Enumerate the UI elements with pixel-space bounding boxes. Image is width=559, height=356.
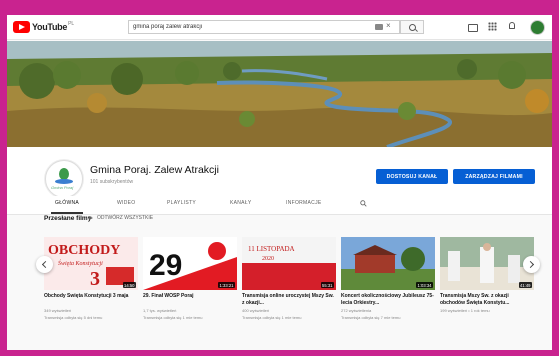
thumb-subtitle: Święta Konstytucji xyxy=(58,259,103,267)
video-duration: 1:03:34 xyxy=(416,282,433,288)
video-title[interactable]: Obchody Święta Konstytucji 3 maja xyxy=(44,293,138,307)
bell-icon[interactable] xyxy=(509,22,515,29)
video-age: Transmisja odbyła się 5 dni temu xyxy=(44,315,103,320)
banner-landscape-image xyxy=(7,41,552,147)
browser-viewport: YouTube PL × xyxy=(7,15,552,350)
video-title[interactable]: Transmisja Mszy Św. z okazji obchodów Św… xyxy=(440,293,534,307)
avatar-caption: Gmina Poraj xyxy=(51,185,74,190)
youtube-logo[interactable]: YouTube PL xyxy=(13,21,74,33)
video-age: Transmisja odbyła się 1 mie temu xyxy=(242,315,302,320)
video-age: Transmisja odbyła się 7 mie temu xyxy=(341,315,401,320)
video-card[interactable]: 1:03:34 Koncert okolicznościowy Jubileus… xyxy=(341,237,435,321)
tab-about[interactable]: INFORMACJE xyxy=(286,200,322,206)
video-thumbnail[interactable]: 29 1:33:21 xyxy=(143,237,237,290)
channel-avatar[interactable]: Gmina Poraj xyxy=(45,160,83,198)
video-thumbnail[interactable]: 41:49 xyxy=(440,237,534,290)
thumb-number: 3 xyxy=(90,268,100,290)
channel-name: Gmina Poraj. Zalew Atrakcji xyxy=(90,164,219,176)
keyboard-icon[interactable] xyxy=(375,24,383,30)
video-title[interactable]: 29. Finał WOŚP Poraj xyxy=(143,293,237,307)
thumb-title: 29 xyxy=(149,249,182,282)
subscriber-count: 101 subskrybentów xyxy=(90,179,134,185)
account-avatar[interactable] xyxy=(530,20,545,35)
shelf-next-button[interactable] xyxy=(523,256,540,273)
video-title[interactable]: Koncert okolicznościowy Jubileusz 75-lec… xyxy=(341,293,435,307)
video-shelf: OBCHODY Święta Konstytucji 3 14:50 Obcho… xyxy=(44,237,536,337)
clear-search-icon[interactable]: × xyxy=(386,21,391,30)
search-button[interactable] xyxy=(400,20,424,34)
thumb-title: 11 LISTOPADA xyxy=(248,245,295,253)
search-box[interactable]: × xyxy=(128,20,400,34)
shelf-prev-button[interactable] xyxy=(36,256,53,273)
play-all-link[interactable]: ODTWÓRZ WSZYSTKIE xyxy=(89,215,153,221)
video-thumbnail[interactable]: 1:03:34 xyxy=(341,237,435,290)
play-icon xyxy=(89,216,93,220)
video-views: 199 wyświetleń • 1 rok temu xyxy=(440,308,490,313)
video-title[interactable]: Transmisja online uroczystej Mszy Św. z … xyxy=(242,293,336,307)
video-duration: 41:49 xyxy=(518,282,532,288)
video-views: 1,7 tys. wyświetleń xyxy=(143,308,177,313)
video-duration: 1:33:21 xyxy=(218,282,235,288)
search-input[interactable] xyxy=(133,22,363,32)
video-views: 272 wyświetlenia xyxy=(341,308,372,313)
section-title[interactable]: Przesłane filmy xyxy=(44,215,91,222)
channel-banner xyxy=(7,41,552,147)
manage-videos-button[interactable]: ZARZĄDZAJ FILMAMI xyxy=(453,169,535,184)
tab-playlists[interactable]: PLAYLISTY xyxy=(167,200,196,206)
video-thumbnail[interactable]: 11 LISTOPADA 2020 55:31 xyxy=(242,237,336,290)
thumb-subtitle: 2020 xyxy=(262,256,274,262)
channel-search-icon[interactable] xyxy=(360,200,367,207)
youtube-play-icon xyxy=(13,21,30,33)
customize-channel-button[interactable]: DOSTOSUJ KANAŁ xyxy=(376,169,448,184)
tab-videos[interactable]: WIDEO xyxy=(117,200,135,206)
channel-tabs: GŁÓWNA WIDEO PLAYLISTY KANAŁY INFORMACJE xyxy=(7,196,552,215)
video-card[interactable]: OBCHODY Święta Konstytucji 3 14:50 Obcho… xyxy=(44,237,138,321)
video-card[interactable]: 11 LISTOPADA 2020 55:31 Transmisja onlin… xyxy=(242,237,336,321)
apps-grid-icon[interactable] xyxy=(488,22,497,31)
thumb-title: OBCHODY xyxy=(48,243,120,258)
video-card[interactable]: 41:49 Transmisja Mszy Św. z okazji obcho… xyxy=(440,237,534,315)
tab-channels[interactable]: KANAŁY xyxy=(230,200,252,206)
video-views: 349 wyświetleń xyxy=(44,308,72,313)
video-duration: 55:31 xyxy=(320,282,334,288)
masthead: YouTube PL × xyxy=(7,15,552,40)
video-age: Transmisja odbyła się 1 mie temu xyxy=(143,315,203,320)
video-camera-icon[interactable] xyxy=(468,24,478,32)
video-duration: 14:50 xyxy=(122,282,136,288)
video-card[interactable]: 29 1:33:21 29. Finał WOŚP Poraj 1,7 tys.… xyxy=(143,237,237,321)
avatar-water-shape xyxy=(55,179,73,184)
logo-country: PL xyxy=(68,21,75,27)
video-thumbnail[interactable]: OBCHODY Święta Konstytucji 3 14:50 xyxy=(44,237,138,290)
play-all-label: ODTWÓRZ WSZYSTKIE xyxy=(97,215,154,221)
tab-home[interactable]: GŁÓWNA xyxy=(50,200,84,214)
logo-text: YouTube xyxy=(32,22,68,32)
video-views: 400 wyświetleń xyxy=(242,308,270,313)
